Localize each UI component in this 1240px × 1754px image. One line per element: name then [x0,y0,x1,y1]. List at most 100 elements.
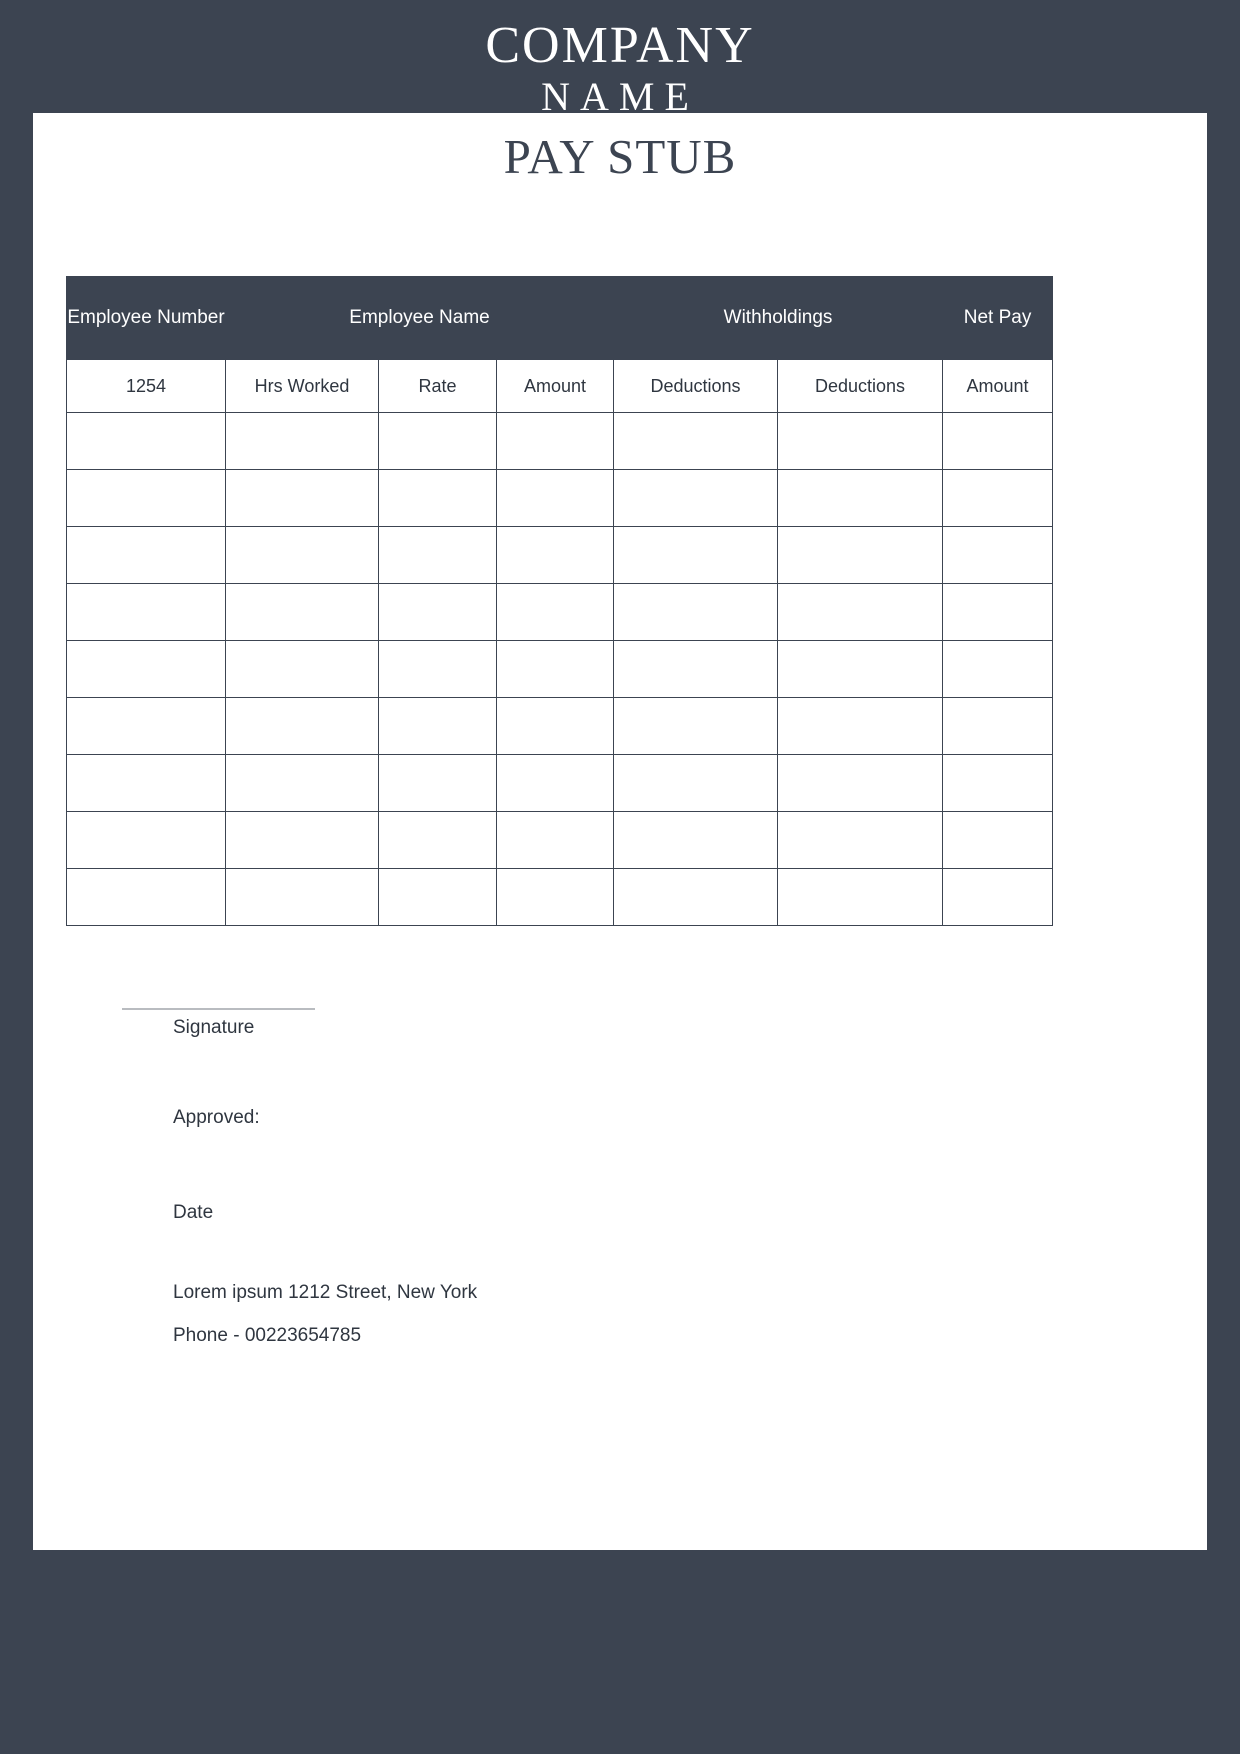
cell-rate[interactable] [378,583,497,641]
cell-net-amount[interactable] [942,754,1054,812]
column-header-amount-net: Amount [942,359,1054,413]
cell-rate[interactable] [378,811,497,869]
cell-net-amount[interactable] [942,583,1054,641]
cell-employee-number[interactable] [66,868,226,926]
table-row[interactable] [66,811,1054,869]
document-sheet: PAY STUB Employee Number Employee Name W… [33,113,1207,1550]
cell-deductions-1[interactable] [613,412,779,470]
cell-deductions-1[interactable] [613,697,779,755]
cell-deductions-2[interactable] [777,526,944,584]
cell-net-amount[interactable] [942,412,1054,470]
table-body [66,412,1054,926]
table-row[interactable] [66,868,1054,926]
cell-rate[interactable] [378,640,497,698]
cell-employee-number[interactable] [66,811,226,869]
cell-deductions-1[interactable] [613,640,779,698]
column-header-hrs-worked: Hrs Worked [225,359,379,413]
approved-label: Approved: [173,1107,260,1128]
column-header-withholdings: Withholdings [613,276,944,360]
table-row[interactable] [66,697,1054,755]
cell-deductions-1[interactable] [613,526,779,584]
cell-employee-number[interactable] [66,526,226,584]
cell-employee-number[interactable] [66,412,226,470]
column-header-amount-earnings: Amount [495,359,615,413]
cell-hrs-worked[interactable] [225,754,379,812]
cell-rate[interactable] [378,412,497,470]
cell-deductions-2[interactable] [777,811,944,869]
cell-amount-earnings[interactable] [495,412,615,470]
cell-hrs-worked[interactable] [225,412,379,470]
cell-net-amount[interactable] [942,868,1054,926]
cell-amount-earnings[interactable] [495,868,615,926]
cell-employee-number[interactable] [66,469,226,527]
cell-deductions-1[interactable] [613,754,779,812]
cell-hrs-worked[interactable] [225,811,379,869]
table-row[interactable] [66,640,1054,698]
column-header-deductions-2: Deductions [777,359,944,413]
cell-net-amount[interactable] [942,526,1054,584]
page-title: PAY STUB [503,129,737,184]
cell-net-amount[interactable] [942,697,1054,755]
cell-rate[interactable] [378,526,497,584]
cell-deductions-2[interactable] [777,754,944,812]
cell-deductions-2[interactable] [777,868,944,926]
cell-amount-earnings[interactable] [495,811,615,869]
cell-amount-earnings[interactable] [495,469,615,527]
cell-hrs-worked[interactable] [225,526,379,584]
column-header-employee-number: Employee Number [66,276,226,360]
company-address: Lorem ipsum 1212 Street, New York [173,1282,478,1303]
cell-employee-number-value[interactable]: 1254 [66,359,226,413]
column-header-employee-name: Employee Name [224,276,615,360]
cell-deductions-1[interactable] [613,811,779,869]
cell-amount-earnings[interactable] [495,526,615,584]
signature-label: Signature [173,1017,255,1038]
company-subtitle: NAME [541,74,699,113]
cell-rate[interactable] [378,697,497,755]
cell-net-amount[interactable] [942,469,1054,527]
cell-amount-earnings[interactable] [495,640,615,698]
footer-block: Signature Approved: Date Lorem ipsum 121… [122,1008,973,1347]
cell-net-amount[interactable] [942,640,1054,698]
cell-deductions-1[interactable] [613,469,779,527]
company-name: COMPANY [485,17,755,74]
cell-deductions-2[interactable] [777,697,944,755]
cell-amount-earnings[interactable] [495,697,615,755]
table-row[interactable] [66,754,1054,812]
cell-deductions-1[interactable] [613,868,779,926]
cell-hrs-worked[interactable] [225,469,379,527]
table-row[interactable] [66,469,1054,527]
cell-amount-earnings[interactable] [495,583,615,641]
column-header-rate: Rate [378,359,497,413]
cell-amount-earnings[interactable] [495,754,615,812]
cell-rate[interactable] [378,754,497,812]
cell-net-amount[interactable] [942,811,1054,869]
cell-hrs-worked[interactable] [225,868,379,926]
cell-rate[interactable] [378,868,497,926]
brand-header: COMPANY NAME [0,0,1240,113]
cell-deductions-2[interactable] [777,469,944,527]
cell-deductions-2[interactable] [777,583,944,641]
table-header-main: Employee Number Employee Name Withholdin… [66,276,1054,360]
cell-hrs-worked[interactable] [225,640,379,698]
cell-employee-number[interactable] [66,754,226,812]
cell-deductions-2[interactable] [777,640,944,698]
cell-employee-number[interactable] [66,697,226,755]
cell-hrs-worked[interactable] [225,583,379,641]
column-header-deductions-1: Deductions [613,359,779,413]
column-header-net-pay: Net Pay [942,276,1054,360]
cell-deductions-2[interactable] [777,412,944,470]
table-header-sub: 1254 Hrs Worked Rate Amount Deductions D… [66,359,1054,413]
signature-line[interactable] [122,1008,315,1010]
paystub-table-container: Employee Number Employee Name Withholdin… [66,276,1054,926]
cell-deductions-1[interactable] [613,583,779,641]
cell-rate[interactable] [378,469,497,527]
table-row[interactable] [66,526,1054,584]
paystub-table: Employee Number Employee Name Withholdin… [66,276,1054,926]
cell-employee-number[interactable] [66,640,226,698]
cell-hrs-worked[interactable] [225,697,379,755]
date-label: Date [173,1202,214,1223]
table-row[interactable] [66,583,1054,641]
table-row[interactable] [66,412,1054,470]
cell-employee-number[interactable] [66,583,226,641]
company-phone: Phone - 00223654785 [173,1325,362,1346]
